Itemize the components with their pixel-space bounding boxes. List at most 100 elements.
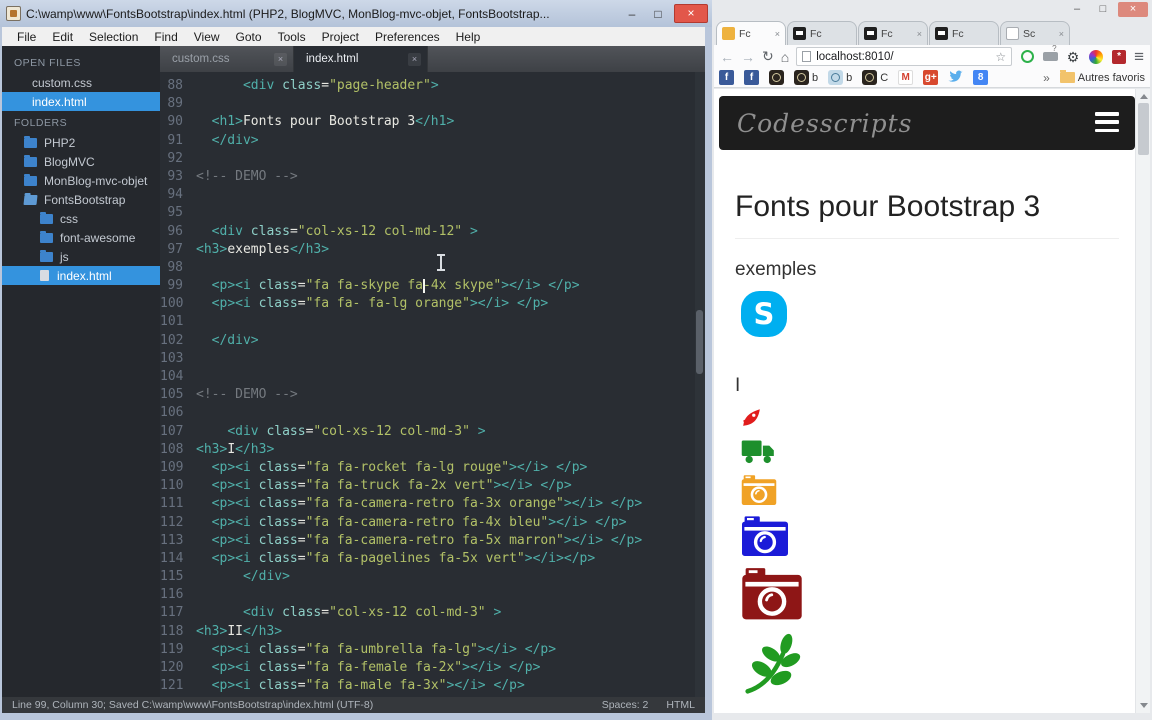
url-text[interactable]: localhost:8010/ (816, 51, 990, 63)
forward-icon[interactable]: → (741, 49, 755, 65)
bookmarks-overflow-icon[interactable]: » (1043, 71, 1050, 85)
menu-project[interactable]: Project (315, 29, 366, 45)
close-button[interactable]: × (1118, 2, 1148, 17)
code-line-120[interactable]: 120 <p><i class="fa fa-female fa-2x"></i… (160, 659, 705, 677)
status-syntax[interactable]: HTML (666, 699, 695, 711)
sublime-titlebar[interactable]: C:\wamp\www\FontsBootstrap\index.html (P… (0, 0, 712, 27)
code-line-93[interactable]: 93 <!-- DEMO --> (160, 168, 705, 186)
browser-tab-5[interactable]: Sc × (1000, 21, 1070, 45)
home-icon[interactable]: ⌂ (781, 49, 789, 65)
code-line-89[interactable]: 89 (160, 95, 705, 113)
code-line-95[interactable]: 95 (160, 204, 705, 222)
green-circle-extension[interactable] (1019, 49, 1035, 65)
color-wheel-extension[interactable] (1088, 49, 1104, 65)
back-icon[interactable]: ← (720, 49, 734, 65)
scroll-up-icon[interactable] (1140, 94, 1148, 99)
code-line-117[interactable]: 117 <div class="col-xs-12 col-md-3" > (160, 604, 705, 622)
code-line-106[interactable]: 106 (160, 404, 705, 422)
bookmark-light-site[interactable]: b (828, 70, 852, 85)
menu-tools[interactable]: Tools (271, 29, 313, 45)
minimize-button[interactable]: – (1066, 2, 1088, 17)
menu-goto[interactable]: Goto (229, 29, 269, 45)
tab-close-icon[interactable]: × (917, 29, 922, 39)
code-line-90[interactable]: 90 <h1>Fonts pour Bootstrap 3</h1> (160, 113, 705, 131)
bookmark-google-plus[interactable]: g+ (923, 70, 939, 85)
code-line-111[interactable]: 111 <p><i class="fa fa-camera-retro fa-3… (160, 495, 705, 513)
code-line-105[interactable]: 105 <!-- DEMO --> (160, 386, 705, 404)
code-line-116[interactable]: 116 (160, 586, 705, 604)
scrollbar-thumb[interactable] (1138, 103, 1149, 155)
bookmark-facebook[interactable]: f (719, 70, 734, 85)
code-line-113[interactable]: 113 <p><i class="fa fa-camera-retro fa-5… (160, 532, 705, 550)
menu-view[interactable]: View (187, 29, 227, 45)
menu-find[interactable]: Find (147, 29, 184, 45)
navbar-toggle-icon[interactable] (1095, 112, 1119, 132)
open-file-index.html[interactable]: index.html (2, 92, 160, 111)
code-line-102[interactable]: 102 </div> (160, 332, 705, 350)
tab-close-icon[interactable]: × (274, 52, 287, 66)
code-line-99[interactable]: 99 <p><i class="fa fa-skype fa-4x skype"… (160, 277, 705, 295)
tree-item-PHP2[interactable]: PHP2 (2, 133, 160, 152)
editor-tab-index.html[interactable]: index.html × (294, 46, 428, 72)
editor-scrollbar[interactable] (695, 72, 705, 697)
editor-tab-custom.css[interactable]: custom.css × (160, 46, 294, 72)
brand-logo[interactable]: Codesscripts (737, 109, 912, 138)
code-line-101[interactable]: 101 (160, 313, 705, 331)
maximize-button[interactable]: □ (1092, 2, 1114, 17)
code-line-110[interactable]: 110 <p><i class="fa fa-truck fa-2x vert"… (160, 477, 705, 495)
status-indentation[interactable]: Spaces: 2 (602, 699, 649, 711)
minimize-button[interactable]: – (622, 7, 642, 21)
bookmark-dark-site[interactable]: b (794, 70, 818, 85)
settings-gear-extension[interactable]: ⚙ (1065, 49, 1081, 65)
page-scrollbar[interactable] (1135, 89, 1150, 713)
code-line-88[interactable]: 88 <div class="page-header"> (160, 77, 705, 95)
tree-item-index.html[interactable]: index.html (2, 266, 160, 285)
close-button[interactable]: × (674, 4, 708, 23)
code-line-92[interactable]: 92 (160, 150, 705, 168)
code-line-118[interactable]: 118 <h3>II</h3> (160, 623, 705, 641)
menu-selection[interactable]: Selection (82, 29, 145, 45)
code-line-98[interactable]: 98 (160, 259, 705, 277)
tab-close-icon[interactable]: × (408, 52, 421, 66)
browser-tab-2[interactable]: Fc (787, 21, 857, 45)
code-line-112[interactable]: 112 <p><i class="fa fa-camera-retro fa-4… (160, 514, 705, 532)
maximize-button[interactable]: □ (648, 7, 668, 21)
bookmark-dark-site[interactable] (769, 70, 784, 85)
tree-item-BlogMVC[interactable]: BlogMVC (2, 152, 160, 171)
code-line-94[interactable]: 94 (160, 186, 705, 204)
code-line-96[interactable]: 96 <div class="col-xs-12 col-md-12" > (160, 223, 705, 241)
bookmark-star-icon[interactable]: ☆ (995, 50, 1006, 64)
code-line-114[interactable]: 114 <p><i class="fa fa-pagelines fa-5x v… (160, 550, 705, 568)
bookmark-twitter[interactable] (948, 68, 963, 88)
open-file-custom.css[interactable]: custom.css (2, 73, 160, 92)
browser-tab-1[interactable]: Fc × (716, 21, 786, 45)
address-bar[interactable]: localhost:8010/ ☆ (796, 47, 1013, 66)
tab-close-icon[interactable]: × (1059, 29, 1064, 39)
chrome-menu-icon[interactable]: ≡ (1134, 48, 1144, 65)
tree-item-MonBlog-mvc-objet[interactable]: MonBlog-mvc-objet (2, 171, 160, 190)
tree-item-js[interactable]: js (2, 247, 160, 266)
code-line-119[interactable]: 119 <p><i class="fa fa-umbrella fa-lg"><… (160, 641, 705, 659)
code-line-103[interactable]: 103 (160, 350, 705, 368)
menu-preferences[interactable]: Preferences (368, 29, 447, 45)
code-line-104[interactable]: 104 (160, 368, 705, 386)
bookmark-gmail[interactable]: M (898, 70, 914, 85)
tree-item-css[interactable]: css (2, 209, 160, 228)
tree-item-font-awesome[interactable]: font-awesome (2, 228, 160, 247)
code-line-107[interactable]: 107 <div class="col-xs-12 col-md-3" > (160, 423, 705, 441)
menu-help[interactable]: Help (449, 29, 488, 45)
code-line-115[interactable]: 115 </div> (160, 568, 705, 586)
tab-close-icon[interactable]: × (775, 29, 780, 39)
code-line-108[interactable]: 108 <h3>I</h3> (160, 441, 705, 459)
browser-tab-3[interactable]: Fc × (858, 21, 928, 45)
code-area[interactable]: 88 <div class="page-header"> 89 90 <h1>Fon… (160, 72, 705, 697)
reload-icon[interactable]: ↻ (762, 48, 774, 65)
bookmark-facebook[interactable]: f (744, 70, 759, 85)
browser-tab-4[interactable]: Fc (929, 21, 999, 45)
bookmark-dark-site[interactable]: C (862, 70, 888, 85)
other-bookmarks[interactable]: Autres favoris (1059, 70, 1145, 84)
code-line-97[interactable]: 97 <h3>exemples</h3> (160, 241, 705, 259)
code-line-121[interactable]: 121 <p><i class="fa fa-male fa-3x"></i> … (160, 677, 705, 695)
code-line-100[interactable]: 100 <p><i class="fa fa- fa-lg orange"></… (160, 295, 705, 313)
bookmark-google[interactable]: 8 (973, 70, 989, 85)
